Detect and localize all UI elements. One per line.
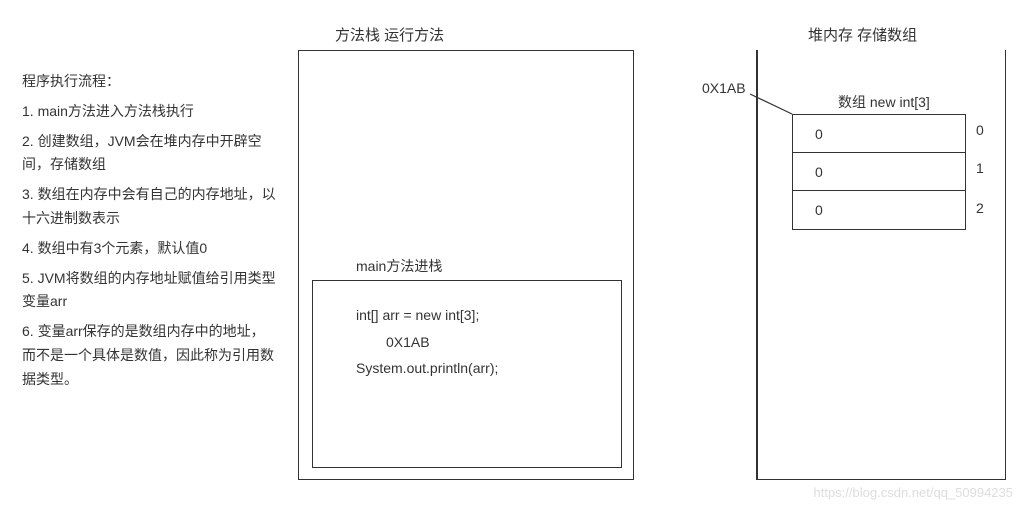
process-step: 3. 数组在内存中会有自己的内存地址，以十六进制数表示 bbox=[22, 183, 277, 231]
heap-border-left bbox=[756, 50, 758, 480]
array-memory-block: 0 0 0 bbox=[792, 114, 966, 230]
stack-title: 方法栈 运行方法 bbox=[335, 24, 444, 45]
array-index: 2 bbox=[976, 200, 984, 216]
heap-address-label: 0X1AB bbox=[702, 80, 746, 96]
array-cell: 0 bbox=[793, 115, 965, 153]
array-cell: 0 bbox=[793, 153, 965, 191]
code-line: System.out.println(arr); bbox=[356, 355, 498, 382]
array-index: 1 bbox=[976, 160, 984, 176]
process-description: 程序执行流程： 1. main方法进入方法栈执行 2. 创建数组，JVM会在堆内… bbox=[22, 70, 277, 398]
process-step: 6. 变量arr保存的是数组内存中的地址，而不是一个具体是数值，因此称为引用数据… bbox=[22, 320, 277, 391]
process-heading: 程序执行流程： bbox=[22, 70, 277, 94]
array-cell: 0 bbox=[793, 191, 965, 229]
heap-border-right bbox=[1005, 50, 1007, 480]
process-step: 2. 创建数组，JVM会在堆内存中开辟空间，存储数组 bbox=[22, 130, 277, 178]
process-step: 5. JVM将数组的内存地址赋值给引用类型变量arr bbox=[22, 267, 277, 315]
heap-border-bottom bbox=[756, 479, 1006, 481]
main-code-block: int[] arr = new int[3]; 0X1AB System.out… bbox=[356, 302, 498, 382]
code-line: int[] arr = new int[3]; bbox=[356, 302, 498, 329]
process-step: 4. 数组中有3个元素，默认值0 bbox=[22, 237, 277, 261]
heap-title: 堆内存 存储数组 bbox=[808, 24, 917, 45]
array-index: 0 bbox=[976, 122, 984, 138]
watermark-text: https://blog.csdn.net/qq_50994235 bbox=[814, 485, 1014, 500]
main-stack-label: main方法进栈 bbox=[356, 256, 442, 276]
code-address: 0X1AB bbox=[356, 329, 498, 356]
process-step: 1. main方法进入方法栈执行 bbox=[22, 100, 277, 124]
array-declaration-label: 数组 new int[3] bbox=[838, 92, 930, 112]
